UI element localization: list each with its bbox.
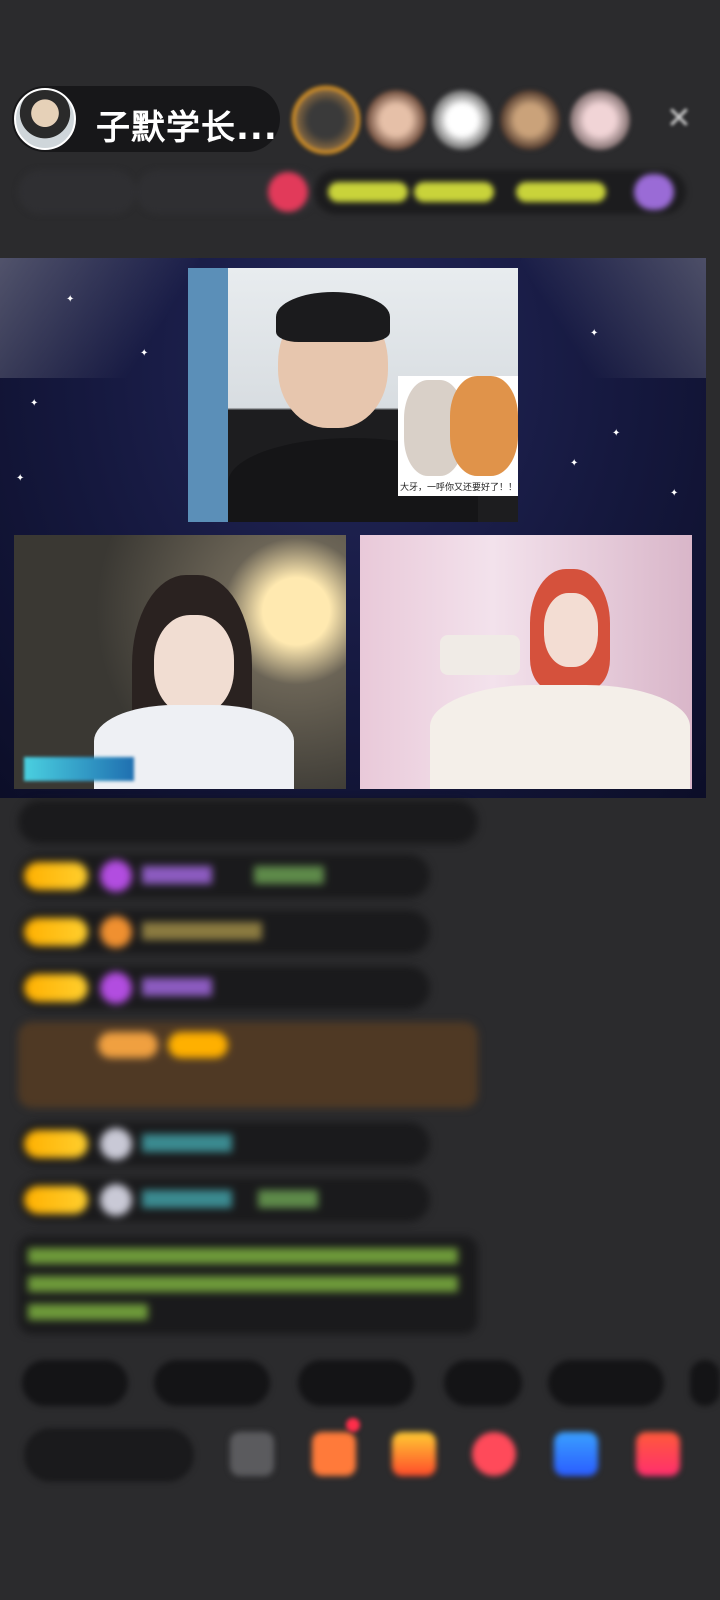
quick-reply-button[interactable] [548, 1360, 664, 1406]
viewer-avatar[interactable] [292, 86, 360, 154]
notification-dot [346, 1418, 360, 1432]
cat-caption: 大牙，一呼你又还要好了！！！ [400, 483, 527, 493]
star-icon: ✦ [570, 458, 579, 469]
chat-message [18, 854, 430, 898]
star-icon: ✦ [140, 348, 149, 359]
heart-icon[interactable] [472, 1432, 516, 1476]
chat-message [18, 966, 430, 1010]
quick-reply-button[interactable] [22, 1360, 128, 1406]
close-icon[interactable]: ✕ [664, 104, 694, 134]
chat-message [18, 1178, 430, 1222]
gift-icon[interactable] [636, 1432, 680, 1476]
game-icon[interactable] [554, 1432, 598, 1476]
star-icon: ✦ [16, 473, 25, 484]
quick-reply-button[interactable] [298, 1360, 414, 1406]
star-icon: ✦ [670, 488, 679, 499]
status-bar-blurred [18, 170, 686, 218]
star-icon: ✦ [66, 294, 75, 305]
chat-input[interactable] [24, 1428, 194, 1482]
system-notice [18, 1236, 478, 1334]
chat-message [18, 800, 478, 844]
viewer-avatar[interactable] [366, 90, 426, 150]
gift-box-icon[interactable] [312, 1432, 356, 1476]
guest-video-left[interactable] [14, 535, 346, 789]
star-icon: ✦ [590, 328, 599, 339]
chat-message [18, 1122, 430, 1166]
quick-reply-button[interactable] [690, 1360, 720, 1406]
star-icon: ✦ [612, 428, 621, 439]
guest-video-right[interactable] [360, 535, 692, 789]
viewer-avatar[interactable] [500, 90, 560, 150]
chat-message [18, 910, 430, 954]
more-icon[interactable] [230, 1432, 274, 1476]
star-icon: ✦ [30, 398, 39, 409]
host-avatar[interactable] [14, 88, 76, 150]
chat-message-highlight [18, 1022, 478, 1108]
viewer-avatar[interactable] [570, 90, 630, 150]
red-packet-icon[interactable] [392, 1432, 436, 1476]
quick-reply-button[interactable] [154, 1360, 270, 1406]
cat-image-overlay: 大牙，一呼你又还要好了！！！ [398, 376, 526, 496]
quick-reply-button[interactable] [444, 1360, 522, 1406]
host-name[interactable]: 子默学长... [96, 100, 278, 149]
viewer-avatar[interactable] [432, 90, 492, 150]
